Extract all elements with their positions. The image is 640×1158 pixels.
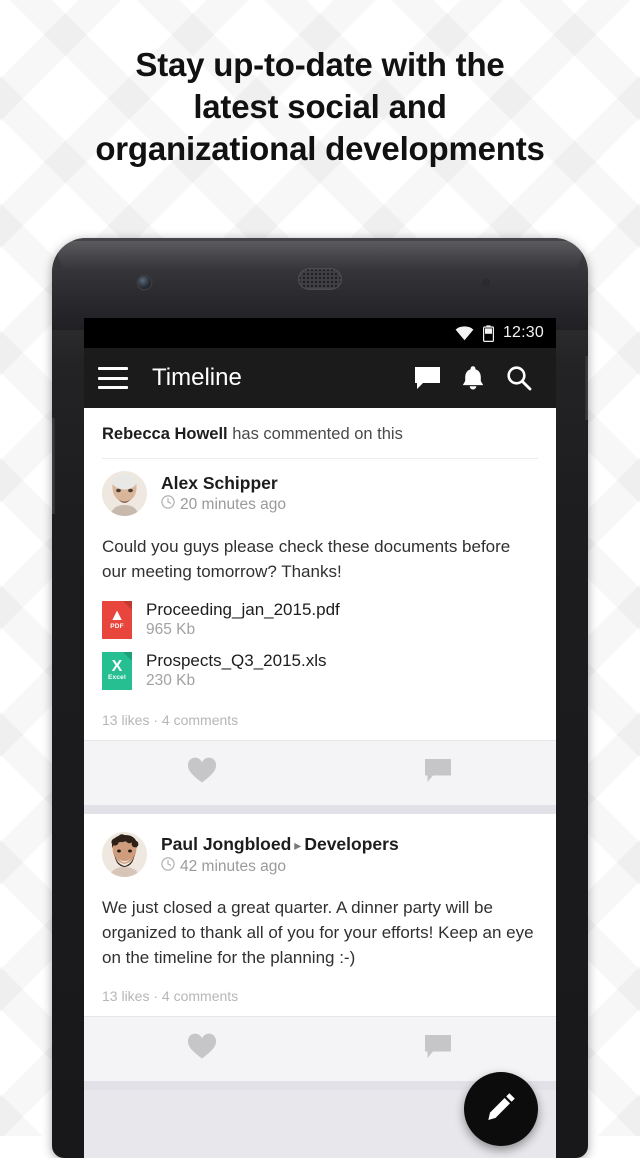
- comment-button[interactable]: [320, 1017, 556, 1081]
- post-action-bar: [84, 1016, 556, 1081]
- post-card: Rebecca Howell has commented on this Ale…: [84, 408, 556, 805]
- avatar[interactable]: [102, 832, 147, 877]
- attachment-item[interactable]: X Excel Prospects_Q3_2015.xls 230 Kb: [102, 645, 538, 696]
- attachment-info: Proceeding_jan_2015.pdf 965 Kb: [146, 599, 340, 640]
- proximity-sensor-icon: [482, 279, 490, 287]
- volume-rocker-button[interactable]: [52, 418, 55, 514]
- heart-icon: [187, 1033, 217, 1065]
- comment-icon: [424, 758, 452, 789]
- post-card: Paul Jongbloed ▸ Developers 42 minutes a…: [84, 814, 556, 1081]
- timestamp-text: 42 minutes ago: [180, 857, 286, 875]
- app-bar: Timeline: [84, 348, 556, 408]
- excel-glyph: X: [111, 658, 123, 675]
- attachment-info: Prospects_Q3_2015.xls 230 Kb: [146, 650, 327, 691]
- comment-button[interactable]: [320, 741, 556, 805]
- page-fold: [123, 651, 132, 661]
- author-name[interactable]: Paul Jongbloed: [161, 834, 291, 854]
- post-group-name[interactable]: Developers: [304, 834, 398, 854]
- hamburger-menu-icon[interactable]: [98, 367, 128, 389]
- post-author: Paul Jongbloed ▸ Developers: [161, 833, 399, 856]
- clock-icon: [161, 495, 175, 515]
- pdf-ext-label: PDF: [110, 623, 124, 630]
- attachment-name: Prospects_Q3_2015.xls: [146, 651, 327, 670]
- post-text: Could you guys please check these docume…: [102, 537, 511, 581]
- timeline-feed[interactable]: Rebecca Howell has commented on this Ale…: [84, 408, 556, 1158]
- comment-icon: [424, 1034, 452, 1065]
- post-timestamp: 42 minutes ago: [161, 856, 399, 877]
- like-button[interactable]: [84, 741, 320, 805]
- clock-icon: [161, 856, 175, 877]
- post-text: We just closed a great quarter. A dinner…: [102, 898, 534, 967]
- post-meta: Paul Jongbloed ▸ Developers 42 minutes a…: [161, 833, 399, 877]
- power-button[interactable]: [585, 356, 588, 420]
- pdf-file-icon: ▲ PDF: [102, 600, 132, 639]
- post-header: Alex Schipper 20 minutes ago: [102, 459, 538, 522]
- attachment-item[interactable]: ▲ PDF Proceeding_jan_2015.pdf 965 Kb: [102, 594, 538, 645]
- post-author[interactable]: Alex Schipper: [161, 472, 286, 494]
- author-name: Alex Schipper: [161, 473, 278, 493]
- phone-device-frame: 12:30 Timeline Rebecca Howell has commen…: [52, 238, 588, 1158]
- phone-screen: 12:30 Timeline Rebecca Howell has commen…: [84, 318, 556, 1158]
- timestamp-text: 20 minutes ago: [180, 496, 286, 513]
- excel-file-icon: X Excel: [102, 651, 132, 690]
- status-bar: 12:30: [84, 318, 556, 348]
- card-divider: [84, 805, 556, 814]
- battery-icon: [482, 324, 494, 342]
- heart-icon: [187, 757, 217, 789]
- excel-ext-label: Excel: [108, 674, 126, 681]
- context-action-text: has commented on this: [227, 425, 403, 443]
- bezel-glare: [58, 241, 582, 271]
- status-bar-clock: 12:30: [502, 324, 544, 341]
- page-title: Timeline: [152, 364, 242, 391]
- like-button[interactable]: [84, 1017, 320, 1081]
- context-actor-name[interactable]: Rebecca Howell: [102, 425, 228, 443]
- earpiece-speaker-icon: [298, 268, 342, 290]
- post-timestamp: 20 minutes ago: [161, 495, 286, 515]
- avatar[interactable]: [102, 471, 147, 516]
- post-stats[interactable]: 13 likes · 4 comments: [102, 974, 538, 1016]
- post-action-bar: [84, 740, 556, 805]
- post-stats[interactable]: 13 likes · 4 comments: [102, 698, 538, 740]
- attachment-name: Proceeding_jan_2015.pdf: [146, 600, 340, 619]
- post-meta: Alex Schipper 20 minutes ago: [161, 472, 286, 515]
- pdf-glyph: ▲: [109, 607, 125, 624]
- search-icon[interactable]: [496, 355, 542, 401]
- attachment-size: 965 Kb: [146, 621, 196, 638]
- bell-icon[interactable]: [450, 355, 496, 401]
- post-context-line: Rebecca Howell has commented on this: [102, 408, 538, 459]
- wifi-icon: [455, 325, 474, 341]
- promo-headline: Stay up-to-date with the latest social a…: [95, 46, 545, 167]
- chat-icon[interactable]: [404, 355, 450, 401]
- post-header: Paul Jongbloed ▸ Developers 42 minutes a…: [102, 814, 538, 883]
- attachment-size: 230 Kb: [146, 672, 196, 689]
- front-camera-icon: [138, 276, 151, 289]
- post-attachments: ▲ PDF Proceeding_jan_2015.pdf 965 Kb X E…: [102, 588, 538, 698]
- pencil-icon: [484, 1090, 518, 1129]
- group-separator-icon: ▸: [294, 836, 302, 853]
- page-fold: [123, 600, 132, 610]
- compose-fab-button[interactable]: [464, 1072, 538, 1146]
